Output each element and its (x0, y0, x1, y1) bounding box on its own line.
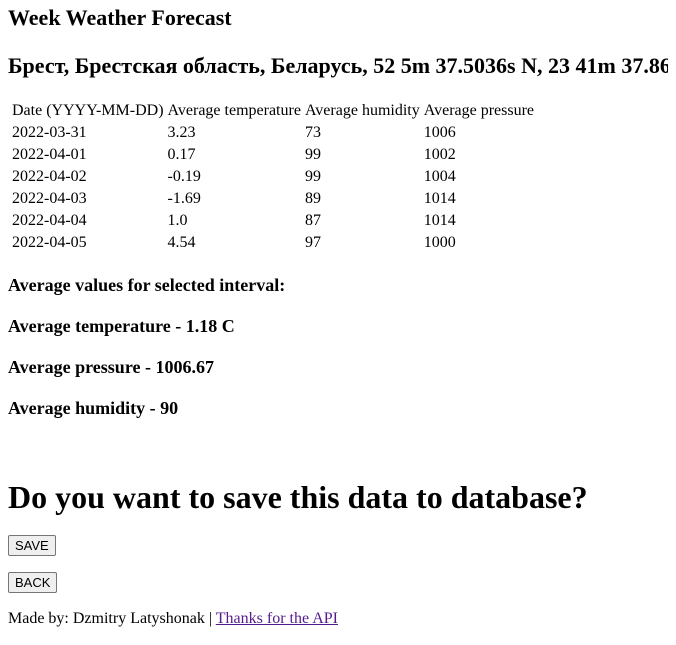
table-row: 2022-04-05 4.54 97 1000 (11, 233, 535, 253)
cell-pressure: 1014 (423, 212, 456, 229)
forecast-table: Date (YYYY-MM-DD) Average temperature Av… (9, 99, 537, 255)
cell-pressure: 1014 (423, 190, 456, 207)
cell-temperature: 4.54 (167, 234, 196, 251)
cell-pressure: 1002 (423, 146, 456, 163)
cell-temperature: 0.17 (167, 146, 196, 163)
cell-humidity: 87 (304, 212, 321, 229)
cell-temperature: -1.69 (167, 190, 201, 207)
footer-credit: Made by: Dzmitry Latyshonak | (8, 610, 216, 627)
averages-heading: Average values for selected interval: (8, 275, 286, 295)
cell-humidity: 97 (304, 234, 321, 251)
cell-date: 2022-03-31 (12, 124, 87, 141)
cell-humidity: 89 (304, 190, 321, 207)
cell-date: 2022-04-02 (12, 168, 87, 185)
save-question-heading: Do you want to save this data to databas… (8, 479, 588, 515)
footer: Made by: Dzmitry Latyshonak | Thanks for… (8, 609, 668, 629)
average-pressure: Average pressure - 1006.67 (8, 357, 214, 377)
location-heading: Брест, Брестская область, Беларусь, 52 5… (8, 53, 668, 78)
cell-pressure: 1006 (423, 124, 456, 141)
cell-humidity: 73 (304, 124, 321, 141)
table-row: 2022-04-02 -0.19 99 1004 (11, 167, 535, 187)
cell-date: 2022-04-01 (12, 146, 87, 163)
page-title: Week Weather Forecast (8, 5, 232, 30)
cell-date: 2022-04-05 (12, 234, 87, 251)
back-button[interactable]: BACK (8, 572, 58, 593)
average-temperature: Average temperature - 1.18 C (8, 316, 235, 336)
cell-temperature: 3.23 (167, 124, 196, 141)
cell-date: 2022-04-04 (12, 212, 87, 229)
column-header-humidity: Average humidity (304, 102, 420, 119)
column-header-date: Date (YYYY-MM-DD) (12, 102, 164, 119)
column-header-temperature: Average temperature (167, 102, 301, 119)
column-header-pressure: Average pressure (423, 102, 535, 119)
save-button[interactable]: SAVE (8, 535, 56, 556)
cell-humidity: 99 (304, 146, 321, 163)
table-row: 2022-04-01 0.17 99 1002 (11, 145, 535, 165)
table-header-row: Date (YYYY-MM-DD) Average temperature Av… (11, 101, 535, 121)
table-row: 2022-04-04 1.0 87 1014 (11, 211, 535, 231)
table-row: 2022-04-03 -1.69 89 1014 (11, 189, 535, 209)
cell-pressure: 1000 (423, 234, 456, 251)
cell-humidity: 99 (304, 168, 321, 185)
average-humidity: Average humidity - 90 (8, 398, 179, 418)
cell-temperature: 1.0 (167, 212, 188, 229)
cell-date: 2022-04-03 (12, 190, 87, 207)
api-thanks-link[interactable]: Thanks for the API (216, 610, 338, 627)
page: Week Weather Forecast Брест, Брестская о… (0, 0, 676, 645)
cell-pressure: 1004 (423, 168, 456, 185)
table-row: 2022-03-31 3.23 73 1006 (11, 123, 535, 143)
cell-temperature: -0.19 (167, 168, 201, 185)
